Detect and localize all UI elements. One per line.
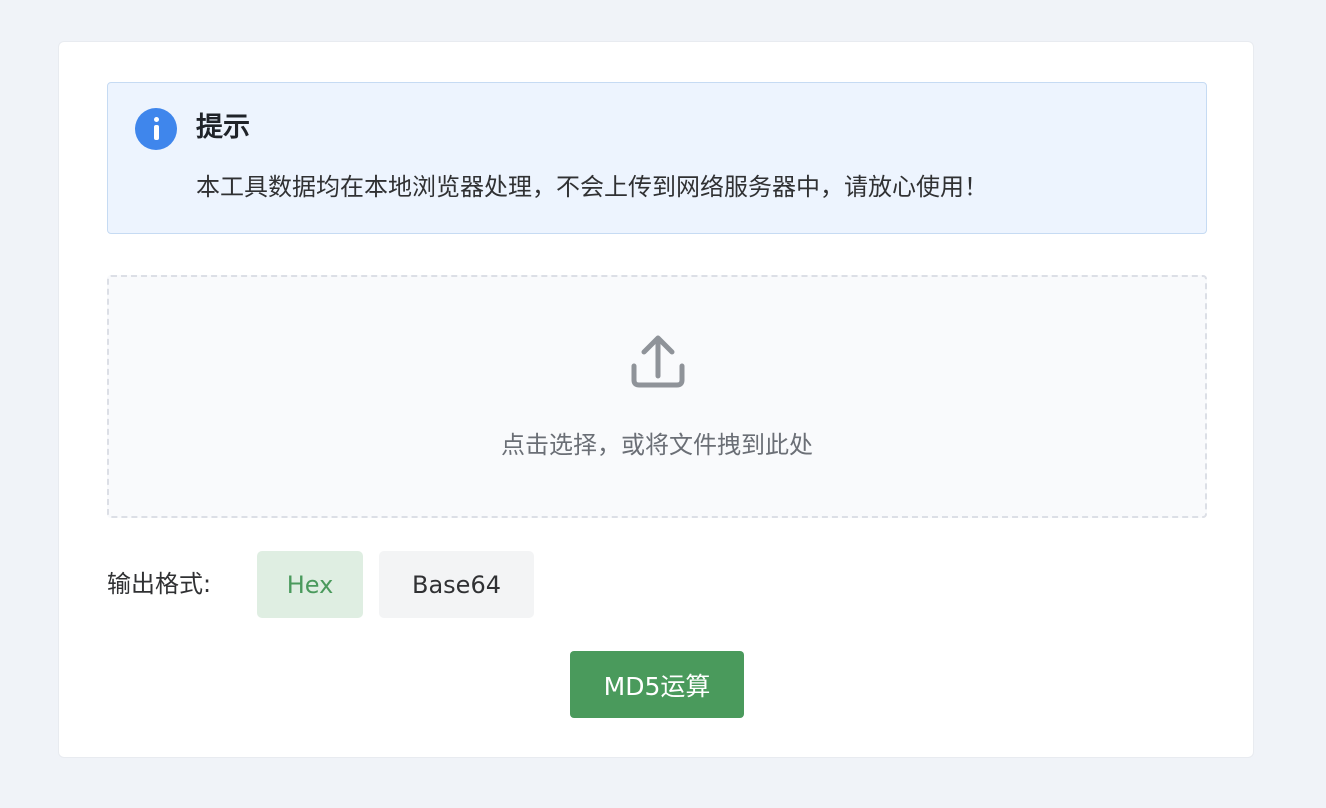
upload-hint: 点击选择，或将文件拽到此处 (501, 431, 813, 459)
info-alert: 提示 本工具数据均在本地浏览器处理，不会上传到网络服务器中，请放心使用！ (107, 82, 1207, 234)
file-upload-dropzone[interactable]: 点击选择，或将文件拽到此处 (107, 275, 1207, 518)
output-format-label: 输出格式: (107, 570, 212, 598)
format-option-base64[interactable]: Base64 (379, 551, 534, 618)
md5-run-button[interactable]: MD5运算 (570, 651, 744, 718)
upload-icon (631, 335, 685, 388)
info-icon (135, 108, 177, 150)
format-option-hex[interactable]: Hex (257, 551, 363, 618)
alert-message: 本工具数据均在本地浏览器处理，不会上传到网络服务器中，请放心使用！ (196, 173, 988, 201)
main-card: 提示 本工具数据均在本地浏览器处理，不会上传到网络服务器中，请放心使用！ 点击选… (58, 41, 1254, 758)
alert-title: 提示 (196, 112, 250, 143)
